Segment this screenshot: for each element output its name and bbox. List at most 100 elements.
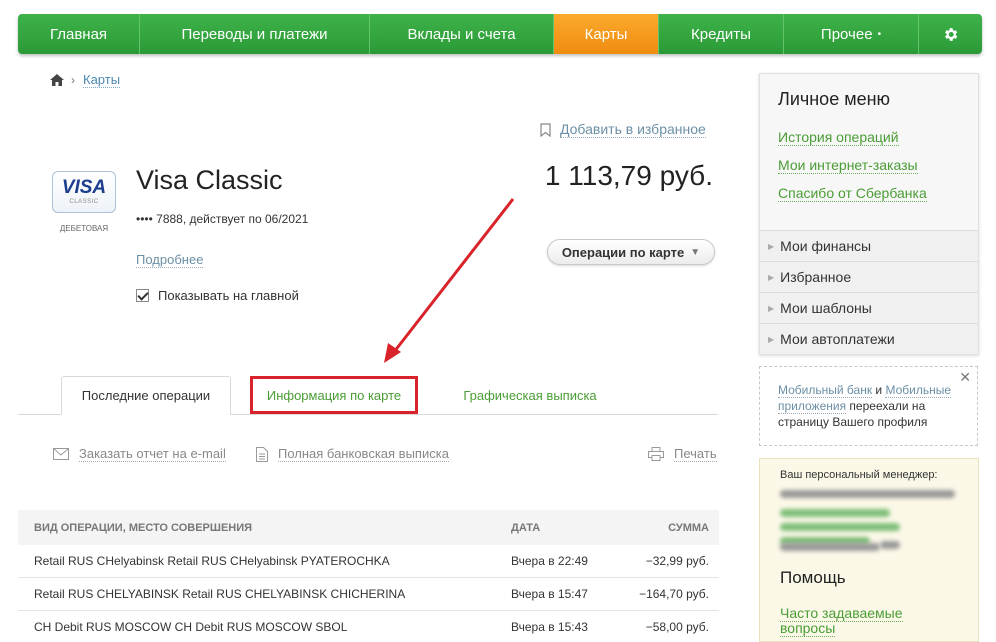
menu-link-spasibo[interactable]: Спасибо от Сбербанка [778, 185, 927, 202]
show-on-main-checkbox[interactable] [136, 289, 149, 302]
operation-date: Вчера в 15:47 [511, 587, 588, 601]
nav-cards[interactable]: Карты [554, 14, 659, 54]
tab-recent-operations-label: Последние операции [81, 388, 211, 403]
visa-logo-text: VISA [61, 177, 107, 198]
mobile-bank-notice: ✕ Мобильный банк и Мобильные приложения … [759, 366, 978, 446]
document-icon [256, 446, 268, 462]
header-date: Дата [511, 521, 541, 534]
table-header: Вид операции, место совершения Дата Сумм… [18, 510, 719, 545]
help-title: Помощь [780, 568, 846, 587]
operation-sum: −58,00 руб. [645, 620, 709, 634]
table-row[interactable]: Retail RUS CHELYABINSK Retail RUS CHELYA… [18, 578, 719, 611]
breadcrumb: › Карты [50, 72, 121, 88]
personal-menu-title: Личное меню [778, 89, 891, 109]
operation-date: Вчера в 22:49 [511, 554, 588, 568]
nav-credits[interactable]: Кредиты [659, 14, 784, 54]
annotation-arrow-line [392, 198, 515, 353]
print-label: Печать [674, 446, 717, 462]
header-operation: Вид операции, место совершения [34, 521, 253, 534]
manager-label: Ваш персональный менеджер: [780, 469, 938, 481]
personal-menu: Личное меню История операций Мои интерне… [759, 73, 979, 355]
operation-desc: CH Debit RUS MOSCOW CH Debit RUS MOSCOW … [34, 620, 348, 634]
menu-section-autopayments[interactable]: ▶ Мои автоплатежи [760, 323, 978, 354]
card-details-link-wrap: Подробнее [136, 252, 204, 268]
menu-section-finances[interactable]: ▶ Мои финансы [760, 230, 978, 261]
menu-link-history[interactable]: История операций [778, 129, 899, 146]
printer-icon [648, 447, 664, 461]
card-type: ДЕБЕТОВАЯ [59, 224, 109, 233]
nav-main[interactable]: Главная [18, 14, 140, 54]
chevron-right-icon: ▶ [768, 303, 775, 313]
nav-credits-label: Кредиты [691, 25, 751, 43]
nav-deposits[interactable]: Вклады и счета [370, 14, 554, 54]
menu-section-label: Избранное [780, 269, 852, 285]
home-icon[interactable] [50, 74, 64, 86]
chevron-right-icon: › [71, 73, 75, 87]
nav-deposits-label: Вклады и счета [407, 25, 516, 43]
operation-sum: −32,99 руб. [645, 554, 709, 568]
operation-sum: −164,70 руб. [639, 587, 709, 601]
menu-link-orders[interactable]: Мои интернет-заказы [778, 157, 918, 174]
card-operations-button[interactable]: Операции по карте ▼ [547, 239, 715, 265]
operation-date: Вчера в 15:43 [511, 620, 588, 634]
breadcrumb-cards-link[interactable]: Карты [83, 72, 121, 88]
settings-button[interactable] [919, 14, 982, 54]
header-sum: Сумма [668, 521, 709, 534]
manager-contact-blurred [780, 523, 900, 531]
manager-phone-blurred [780, 543, 880, 551]
email-report-action[interactable]: Заказать отчет на e-mail [53, 446, 226, 462]
top-navigation: Главная Переводы и платежи Вклады и счет… [18, 14, 982, 54]
card-balance: 1 113,79 руб. [544, 160, 713, 191]
chevron-right-icon: ▶ [768, 272, 775, 282]
operation-desc: Retail RUS CHELYABINSK Retail RUS CHELYA… [34, 587, 406, 601]
bookmark-icon [540, 122, 551, 137]
table-row[interactable]: Retail RUS CHelyabinsk Retail RUS CHelya… [18, 545, 719, 578]
menu-section-label: Мои финансы [780, 238, 872, 254]
menu-section-label: Мои автоплатежи [780, 331, 895, 347]
manager-name-blurred [780, 490, 955, 498]
show-on-main-label: Показывать на главной [158, 288, 299, 303]
card-operations-label: Операции по карте [561, 244, 685, 260]
menu-section-templates[interactable]: ▶ Мои шаблоны [760, 292, 978, 323]
add-to-favorites-label: Добавить в избранное [560, 121, 706, 138]
table-row[interactable]: CH Debit RUS MOSCOW CH Debit RUS MOSCOW … [18, 611, 719, 642]
chevron-down-icon: ▼ [690, 246, 701, 258]
envelope-icon [53, 448, 69, 460]
card-number: •••• 7888, действует по 06/2021 [136, 212, 309, 226]
personal-manager-panel: Ваш персональный менеджер: Помощь Часто … [759, 458, 979, 642]
chevron-down-icon: • [877, 28, 882, 40]
operations-table: Вид операции, место совершения Дата Сумм… [18, 510, 719, 642]
nav-main-label: Главная [49, 25, 108, 43]
card-details-link[interactable]: Подробнее [136, 252, 204, 268]
mobile-bank-link[interactable]: Мобильный банк [778, 383, 873, 398]
faq-link[interactable]: Часто задаваемые вопросы [780, 605, 930, 637]
nav-other-label: Прочее [820, 25, 873, 43]
manager-contact-blurred [780, 509, 890, 517]
add-to-favorites[interactable]: Добавить в избранное [540, 121, 706, 138]
faq-link-label: Часто задаваемые вопросы [780, 605, 903, 637]
chevron-right-icon: ▶ [768, 334, 775, 344]
tab-card-info[interactable]: Информация по карте [250, 376, 418, 414]
tab-card-info-label: Информация по карте [266, 387, 402, 403]
email-report-label: Заказать отчет на e-mail [79, 446, 226, 462]
chevron-right-icon: ▶ [768, 241, 775, 251]
show-on-main-option: Показывать на главной [136, 288, 299, 303]
print-action[interactable]: Печать [648, 446, 717, 462]
card-logo: VISA CLASSIC [52, 171, 116, 213]
card-title: Visa Classic [136, 165, 283, 195]
nav-transfers[interactable]: Переводы и платежи [140, 14, 370, 54]
tab-graphic-statement[interactable]: Графическая выписка [448, 376, 612, 415]
annotation-arrow-head [384, 343, 401, 363]
visa-logo-subtext: CLASSIC [69, 199, 99, 205]
gear-icon [945, 27, 958, 41]
full-statement-action[interactable]: Полная банковская выписка [256, 446, 449, 462]
notice-and: и [872, 383, 886, 397]
tab-recent-operations[interactable]: Последние операции [61, 376, 231, 415]
close-icon[interactable]: ✕ [959, 369, 971, 385]
menu-section-favorites[interactable]: ▶ Избранное [760, 261, 978, 292]
nav-cards-label: Карты [584, 25, 628, 43]
manager-contact-blurred [880, 541, 900, 549]
full-statement-label: Полная банковская выписка [278, 446, 449, 462]
tab-graphic-statement-label: Графическая выписка [463, 388, 597, 403]
nav-other[interactable]: Прочее • [784, 14, 919, 54]
